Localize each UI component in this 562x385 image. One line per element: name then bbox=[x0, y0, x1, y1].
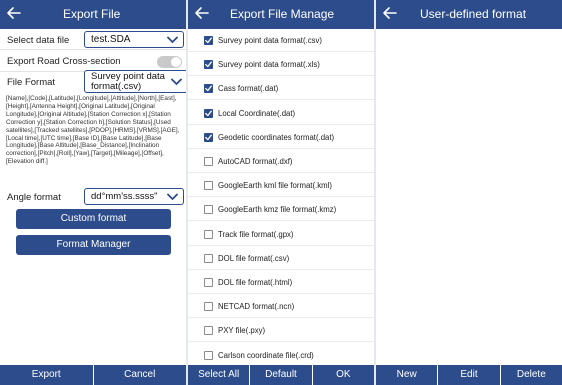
format-checkbox[interactable] bbox=[204, 278, 213, 287]
format-checkbox[interactable] bbox=[204, 132, 213, 142]
ok-button[interactable]: OK bbox=[311, 365, 374, 385]
data-file-value: test.SDA bbox=[91, 34, 131, 45]
format-list-item[interactable]: NETCAD format(.ncn) bbox=[188, 295, 374, 319]
page-title: Export File bbox=[63, 7, 121, 21]
format-label: Geodetic coordinates format(.dat) bbox=[218, 132, 335, 142]
export-file-panel: Export File Select data file test.SDA Ex… bbox=[0, 0, 188, 385]
format-list-item[interactable]: Track file format(.gpx) bbox=[188, 223, 374, 246]
export-file-titlebar: Export File bbox=[0, 0, 186, 29]
format-list-item[interactable]: Geodetic coordinates format(.dat) bbox=[188, 126, 374, 149]
format-label: Carlson coordinate file(.crd) bbox=[218, 350, 314, 360]
arrow-left-icon[interactable] bbox=[381, 4, 399, 22]
chevron-down-icon bbox=[167, 193, 178, 201]
format-label: Cass format(.dat) bbox=[218, 84, 279, 94]
format-label: Survey point data format(.xls) bbox=[218, 60, 320, 70]
export-file-manage-panel: Export File Manage Survey point data for… bbox=[188, 0, 374, 385]
file-format-label: File Format bbox=[7, 77, 56, 88]
format-label: GoogleEarth kmz file format(.kmz) bbox=[218, 205, 337, 215]
new-button[interactable]: New bbox=[376, 365, 437, 385]
data-file-select[interactable]: test.SDA bbox=[84, 31, 184, 48]
edit-button[interactable]: Edit bbox=[437, 365, 499, 385]
format-list-item[interactable]: Cass format(.dat) bbox=[188, 77, 374, 101]
format-checkbox[interactable] bbox=[204, 181, 213, 191]
export-file-manage-bottom-bar: Select All Default OK bbox=[188, 365, 374, 385]
road-cross-section-label: Export Road Cross-section bbox=[7, 56, 121, 67]
export-file-bottom-bar: Export Cancel bbox=[0, 365, 186, 385]
format-list-item[interactable]: DOL file format(.html) bbox=[188, 271, 374, 294]
format-list-item[interactable]: PXY file(.pxy) bbox=[188, 319, 374, 343]
format-list-item[interactable]: AutoCAD format(.dxf) bbox=[188, 150, 374, 173]
format-checkbox[interactable] bbox=[204, 60, 213, 70]
chevron-down-icon bbox=[171, 78, 182, 86]
angle-format-label: Angle format bbox=[7, 192, 61, 203]
road-cross-section-toggle[interactable] bbox=[157, 56, 182, 68]
format-list-item[interactable]: DOL file format(.csv) bbox=[188, 247, 374, 270]
user-defined-format-bottom-bar: New Edit Delete bbox=[376, 365, 562, 385]
format-label: DOL file format(.html) bbox=[218, 278, 293, 287]
user-defined-format-panel: User-defined format New Edit Delete bbox=[376, 0, 562, 385]
delete-button[interactable]: Delete bbox=[499, 365, 562, 385]
format-list-item[interactable]: GoogleEarth kml file format(.kml) bbox=[188, 174, 374, 198]
format-checkbox[interactable] bbox=[204, 205, 213, 215]
format-label: PXY file(.pxy) bbox=[218, 326, 266, 336]
format-label: NETCAD format(.ncn) bbox=[218, 302, 295, 312]
format-list-item[interactable]: GoogleEarth kmz file format(.kmz) bbox=[188, 198, 374, 222]
format-list-item[interactable]: Survey point data format(.xls) bbox=[188, 53, 374, 77]
format-label: Track file format(.gpx) bbox=[218, 229, 294, 239]
export-file-manage-titlebar: Export File Manage bbox=[188, 0, 374, 29]
toggle-knob bbox=[171, 57, 181, 67]
cancel-button[interactable]: Cancel bbox=[92, 365, 187, 385]
format-checkbox[interactable] bbox=[204, 253, 213, 263]
arrow-left-icon[interactable] bbox=[5, 4, 23, 22]
select-data-file-row: Select data file test.SDA bbox=[0, 29, 186, 50]
format-label: DOL file format(.csv) bbox=[218, 253, 290, 263]
arrow-left-icon[interactable] bbox=[193, 4, 211, 22]
format-manager-button[interactable]: Format Manager bbox=[16, 235, 171, 255]
select-all-button[interactable]: Select All bbox=[188, 365, 249, 385]
default-button[interactable]: Default bbox=[249, 365, 311, 385]
page-title: Export File Manage bbox=[230, 7, 335, 21]
format-fields-text: [Name],[Code],[Latitude],[Longitude],[At… bbox=[6, 95, 180, 166]
angle-format-value: dd°mm'ss.ssss" bbox=[91, 191, 158, 202]
format-checkbox[interactable] bbox=[204, 302, 213, 312]
format-list-item[interactable]: Survey point data format(.csv) bbox=[188, 29, 374, 52]
format-label: AutoCAD format(.dxf) bbox=[218, 157, 293, 166]
format-label: GoogleEarth kml file format(.kml) bbox=[218, 181, 332, 191]
format-checkbox[interactable] bbox=[204, 350, 213, 360]
format-checkbox[interactable] bbox=[204, 84, 213, 94]
format-checkbox[interactable] bbox=[204, 108, 213, 118]
select-data-file-label: Select data file bbox=[7, 35, 70, 46]
file-format-row: File Format Survey point data format(.cs… bbox=[0, 70, 188, 93]
format-checkbox[interactable] bbox=[204, 229, 213, 239]
file-format-value: Survey point data format(.csv) bbox=[91, 71, 165, 92]
page-title: User-defined format bbox=[420, 7, 527, 21]
format-checkbox[interactable] bbox=[204, 157, 213, 166]
format-checkbox[interactable] bbox=[204, 326, 213, 336]
format-list-item[interactable]: Local Coordinate(.dat) bbox=[188, 102, 374, 125]
export-button[interactable]: Export bbox=[0, 365, 93, 385]
user-defined-format-titlebar: User-defined format bbox=[376, 0, 562, 29]
format-checkbox[interactable] bbox=[204, 36, 213, 45]
angle-format-select[interactable]: dd°mm'ss.ssss" bbox=[84, 188, 184, 205]
chevron-down-icon bbox=[167, 36, 178, 44]
format-label: Survey point data format(.csv) bbox=[218, 36, 322, 45]
custom-format-button[interactable]: Custom format bbox=[16, 209, 171, 229]
format-list-item[interactable]: Carlson coordinate file(.crd) bbox=[188, 344, 374, 367]
angle-format-row: Angle format dd°mm'ss.ssss" bbox=[0, 188, 186, 206]
file-format-select[interactable]: Survey point data format(.csv) bbox=[84, 70, 188, 93]
format-label: Local Coordinate(.dat) bbox=[218, 108, 296, 118]
